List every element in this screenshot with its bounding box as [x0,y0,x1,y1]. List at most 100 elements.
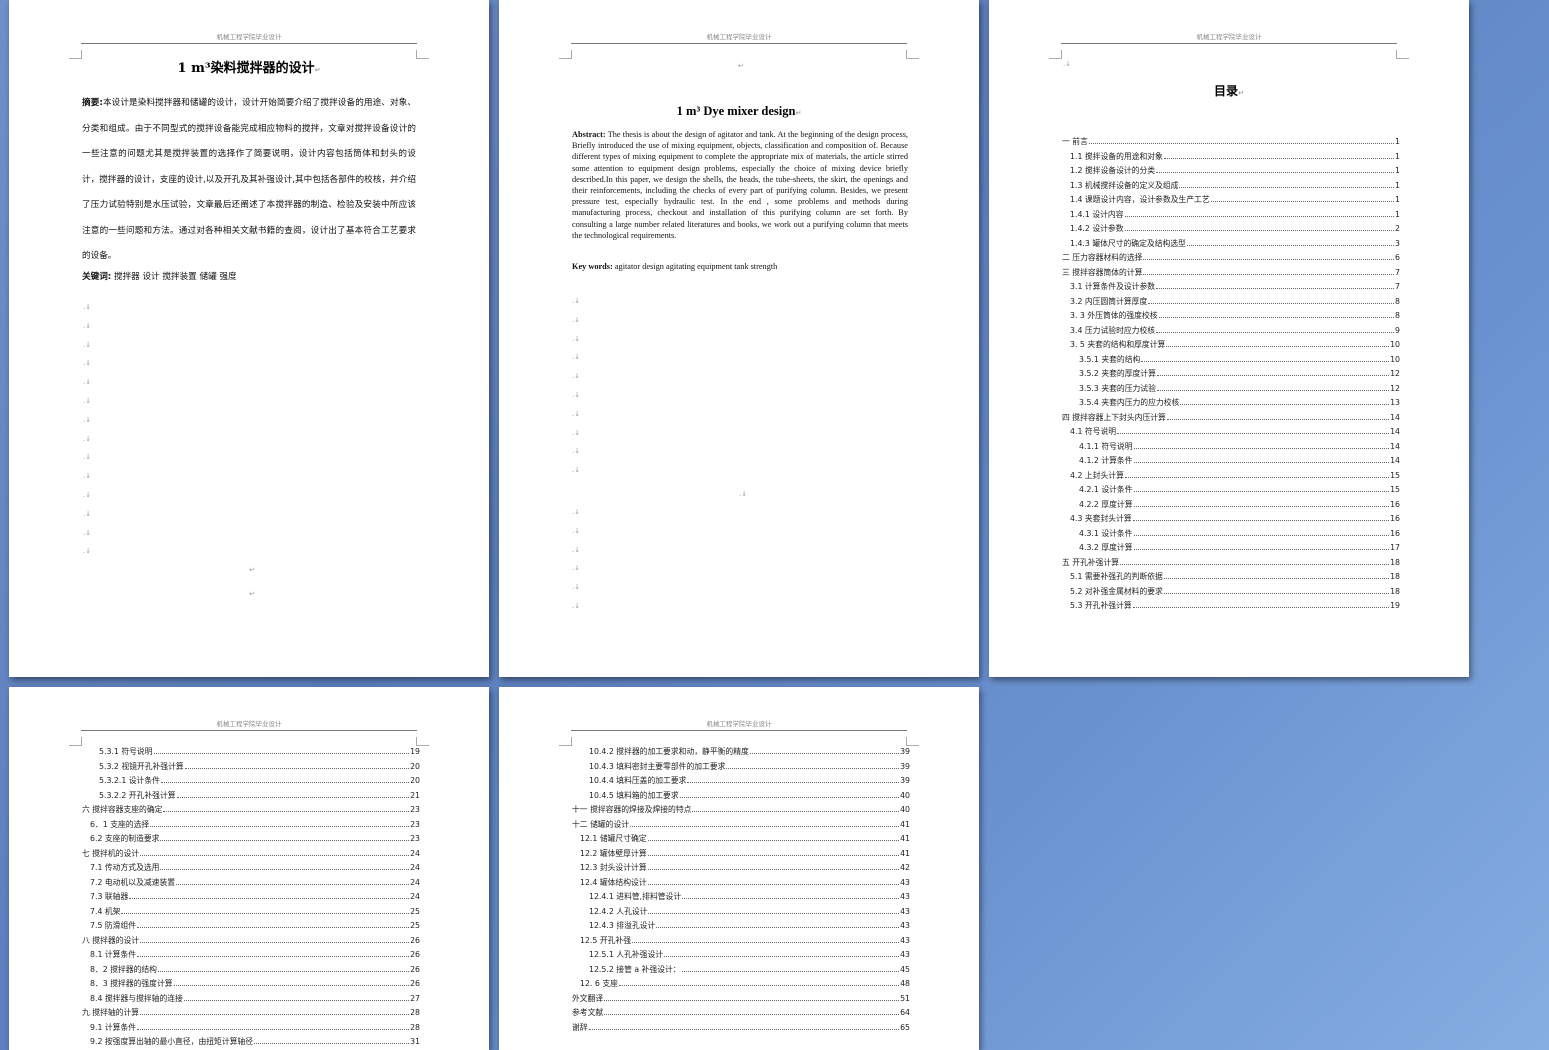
toc-entry[interactable]: 6.2 支座的制造要求 23 [82,833,420,848]
chinese-abstract[interactable]: 摘要:本设计是染料搅拌器和储罐的设计，设计开始简要介绍了搅拌设备的用途、对象、分… [82,91,416,270]
english-title[interactable]: 1 m³ Dye mixer design↵ [499,104,979,119]
toc-entry[interactable]: 十二 储罐的设计 41 [572,819,910,834]
toc-entry[interactable]: 12.4.2 人孔设计 43 [572,906,910,921]
chinese-keywords[interactable]: 关键词: 搅拌器 设计 搅拌装置 储罐 强度 [82,270,237,282]
toc-entry[interactable]: 八 搅拌器的设计 26 [82,935,420,950]
toc-entry[interactable]: 8.1 计算条件 26 [82,949,420,964]
toc-page-number: 43 [900,906,910,916]
toc-entry[interactable]: 4.3 夹套封头计算 16 [1062,513,1400,528]
toc-entry-title: 3.5.1 夹套的结构 [1079,354,1141,364]
toc-entry[interactable]: 12. 6 支座 48 [572,978,910,993]
toc-entry-title: 1.1 搅拌设备的用途和对象 [1070,151,1163,161]
toc-entry[interactable]: 4.2 上封头计算 15 [1062,470,1400,485]
toc-entry[interactable]: 12.4.3 排溢孔设计 43 [572,920,910,935]
toc-entry[interactable]: 4.1 符号说明 14 [1062,426,1400,441]
toc-entry[interactable]: 4.2.1 设计条件 15 [1062,484,1400,499]
toc-entry[interactable]: 3.1 计算条件及设计参数 7 [1062,281,1400,296]
toc-entry[interactable]: 5.3.2.1 设计条件 20 [82,775,420,790]
toc-entry[interactable]: 10.4.3 填料密封主要零部件的加工要求 39 [572,761,910,776]
toc-leader-dots [1133,505,1390,507]
toc-entry[interactable]: 五 开孔补强计算 18 [1062,557,1400,572]
toc-entry[interactable]: 3.5.1 夹套的结构 10 [1062,354,1400,369]
document-page-5: 机械工程学院毕业设计 10.4.2 搅拌器的加工要求和动，静平衡的精度 39 10.… [499,687,979,1050]
toc-entry[interactable]: 8．2 搅拌器的结构 26 [82,964,420,979]
toc-entry[interactable]: 1.4.2 设计参数 2 [1062,223,1400,238]
toc-entry[interactable]: 12.4.1 进料管,排料管设计 43 [572,891,910,906]
toc-entry[interactable]: 12.5.1 人孔补强设计 43 [572,949,910,964]
toc-entry[interactable]: 12.3 封头设计计算 42 [572,862,910,877]
toc-title[interactable]: 目录↵ [989,82,1469,99]
toc-entry[interactable]: 10.4.4 填料压盖的加工要求 39 [572,775,910,790]
toc-entry[interactable]: 3. 5 夹套的结构和厚度计算 10 [1062,339,1400,354]
toc-entry[interactable]: 9.2 按强度算出轴的最小直径，由扭矩计算轴径 31 [82,1036,420,1050]
toc-entry[interactable]: 8.4 搅拌器与搅拌轴的连接 27 [82,993,420,1008]
toc-entry[interactable]: 7.2 电动机以及减速装置 24 [82,877,420,892]
toc-entry[interactable]: 5.3.1 符号说明 19 [82,746,420,761]
toc-entry[interactable]: 二 压力容器材料的选择 6 [1062,252,1400,267]
toc-entry[interactable]: 六 搅拌容器支座的确定 23 [82,804,420,819]
english-abstract[interactable]: Abstract: The thesis is about the design… [572,129,908,241]
toc-entry[interactable]: 1.4.3 罐体尺寸的确定及结构选型 3 [1062,238,1400,253]
toc-entry[interactable]: 5.3 开孔补强计算 19 [1062,600,1400,615]
toc-entry[interactable]: 3.5.4 夹套内压力的应力校核 13 [1062,397,1400,412]
toc-entry[interactable]: 8．3 搅拌器的强度计算 26 [82,978,420,993]
toc-entry[interactable]: 7.4 机架 25 [82,906,420,921]
toc-entry[interactable]: 1.2 搅拌设备设计的分类 1 [1062,165,1400,180]
toc-entry[interactable]: 7.5 防滑组件 25 [82,920,420,935]
toc-entry[interactable]: 谢辞 65 [572,1022,910,1037]
toc-entry[interactable]: 12.4 罐体结构设计 43 [572,877,910,892]
page-header: 机械工程学院毕业设计 [81,31,417,44]
toc-entry[interactable]: 4.2.2 厚度计算 16 [1062,499,1400,514]
toc-entry[interactable]: 9.1 计算条件 28 [82,1022,420,1037]
chinese-title[interactable]: 1 m³染料搅拌器的设计↵ [9,57,489,76]
english-keywords[interactable]: Key words: agitator design agitating equ… [572,262,777,271]
toc-entry[interactable]: 4.3.2 厚度计算 17 [1062,542,1400,557]
toc-entry[interactable]: 七 搅拌机的设计 24 [82,848,420,863]
toc-leader-dots [1124,215,1395,217]
toc-entry[interactable]: 4.3.1 设计条件 16 [1062,528,1400,543]
toc-entry[interactable]: 1.3 机械搅拌设备的定义及组成 1 [1062,180,1400,195]
toc-entry[interactable]: 3.5.3 夹套的压力试验 12 [1062,383,1400,398]
toc-entry[interactable]: 6．1 支座的选择 23 [82,819,420,834]
toc-entry[interactable]: 5.1 需要补强孔的判断依据 18 [1062,571,1400,586]
toc-entry-title: 1.4.3 罐体尺寸的确定及结构选型 [1070,238,1186,248]
paragraph-mark: .↓ [572,526,581,535]
toc-entry[interactable]: 3.2 内压圆筒计算厚度 8 [1062,296,1400,311]
toc-entry[interactable]: 10.4.5 填料箱的加工要求 40 [572,790,910,805]
toc-entry[interactable]: 1.4.1 设计内容 1 [1062,209,1400,224]
toc-page-number: 26 [410,935,420,945]
toc-entry[interactable]: 5.2 对补强金属材料的要求 18 [1062,586,1400,601]
toc-entry[interactable]: 参考文献 64 [572,1007,910,1022]
toc-page-number: 25 [410,906,420,916]
toc-entry[interactable]: 4.1.1 符号说明 14 [1062,441,1400,456]
toc-entry[interactable]: 7.1 传动方式及选用 24 [82,862,420,877]
paragraph-mark: .↓ [572,409,581,418]
toc-entry[interactable]: 3.4 压力试验时应力校核 9 [1062,325,1400,340]
toc-entry[interactable]: 四 搅拌容器上下封头内压计算 14 [1062,412,1400,427]
toc-entry[interactable]: 外文翻译 51 [572,993,910,1008]
toc-entry[interactable]: 十一 搅拌容器的焊接及焊接的特点 40 [572,804,910,819]
toc-entry[interactable]: 1.4 课题设计内容，设计参数及生产工艺 1 [1062,194,1400,209]
toc-entry-title: 4.2 上封头计算 [1070,470,1124,480]
toc-entry[interactable]: 九 搅拌轴的计算 28 [82,1007,420,1022]
toc-entry[interactable]: 12.5.2 接管 a 补强设计： 45 [572,964,910,979]
toc-page-number: 9 [1395,325,1400,335]
toc-entry[interactable]: 12.2 罐体壁厚计算 41 [572,848,910,863]
toc-entry[interactable]: 12.5 开孔补强 43 [572,935,910,950]
toc-entry[interactable]: 5.3.2 视镜开孔补强计算 20 [82,761,420,776]
toc-entry[interactable]: 1.1 搅拌设备的用途和对象 1 [1062,151,1400,166]
toc-entry[interactable]: 三 搅拌容器筒体的计算 7 [1062,267,1400,282]
toc-leader-dots [1141,360,1390,362]
toc-entry[interactable]: 10.4.2 搅拌器的加工要求和动，静平衡的精度 39 [572,746,910,761]
toc-entry[interactable]: 5.3.2.2 开孔补强计算 21 [82,790,420,805]
toc-entry-title: 四 搅拌容器上下封头内压计算 [1062,412,1166,422]
toc-entry[interactable]: 3.5.2 夹套的厚度计算 12 [1062,368,1400,383]
toc-entry[interactable]: 12.1 储罐尺寸确定 41 [572,833,910,848]
crop-mark [1396,50,1409,59]
toc-entry-title: 12.1 储罐尺寸确定 [580,834,647,843]
toc-entry[interactable]: 一 前言 1 [1062,136,1400,151]
toc-entry[interactable]: 7.3 联轴器 24 [82,891,420,906]
toc-entry-title: 一 前言 [1062,137,1088,146]
toc-entry[interactable]: 3. 3 外压筒体的强度校核 8 [1062,310,1400,325]
toc-entry[interactable]: 4.1.2 计算条件 14 [1062,455,1400,470]
